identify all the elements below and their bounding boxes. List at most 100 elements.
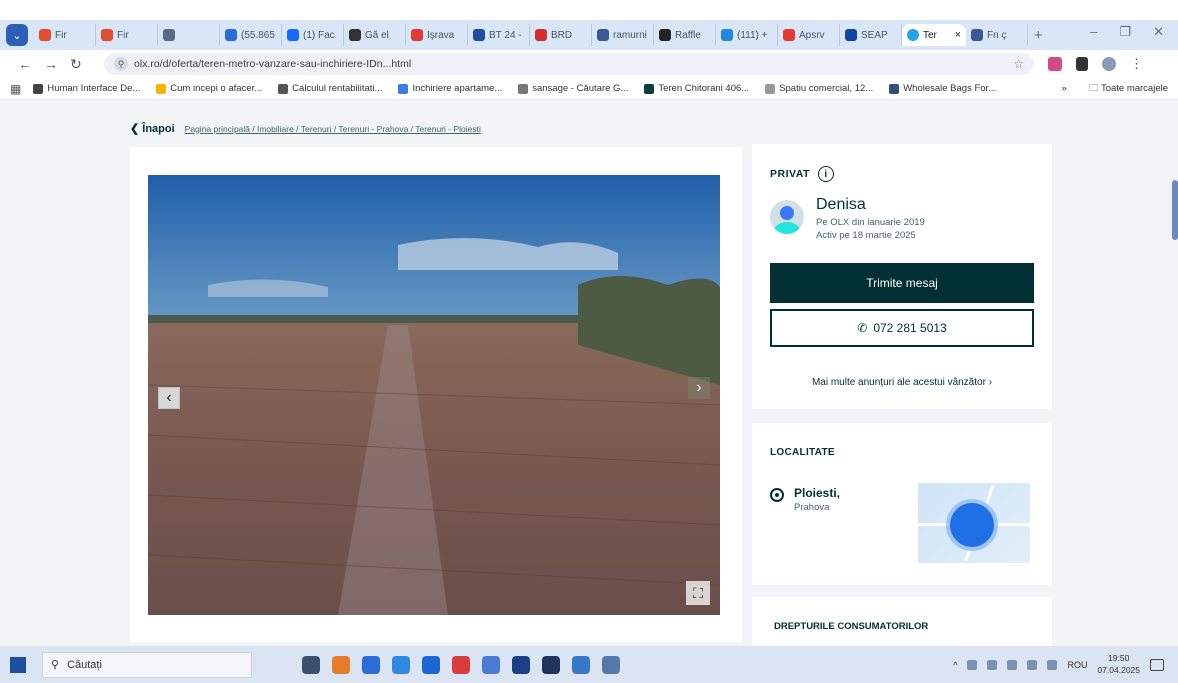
- tray-chevron-icon[interactable]: ^: [953, 660, 957, 670]
- tab[interactable]: SEAP: [840, 24, 902, 46]
- maximize-icon[interactable]: ❐: [1119, 24, 1131, 40]
- notification-icon[interactable]: [1150, 658, 1164, 671]
- volume-icon[interactable]: [1047, 659, 1058, 670]
- taskbar-app-icon[interactable]: [392, 655, 410, 674]
- seller-profile[interactable]: Denisa Pe OLX din ianuarie 2019 Activ pe…: [770, 196, 1034, 243]
- profile-avatar-icon[interactable]: [1102, 57, 1116, 71]
- all-bookmarks-folder[interactable]: 🗀 Toate marcajele: [1089, 81, 1168, 97]
- more-ads-label: Mai multe anunțuri ale acestui vânzător: [811, 376, 986, 388]
- tab-search-icon[interactable]: ⌄: [6, 24, 28, 46]
- bookmark-item[interactable]: Human Interface De...: [33, 83, 140, 94]
- back-link[interactable]: ❮ Înapoi: [130, 122, 175, 135]
- tray-icon[interactable]: [967, 659, 978, 670]
- apps-grid-icon[interactable]: ▦: [10, 82, 21, 96]
- clock-time: 19:50: [1108, 653, 1130, 664]
- bookmark-favicon: [765, 83, 776, 94]
- taskbar-app-icon[interactable]: [302, 655, 320, 674]
- tab-label: Fn ç: [987, 29, 1007, 41]
- taskbar-app-icon[interactable]: [482, 655, 500, 674]
- location-card: LOCALITATE Ploiesti, Prahova: [752, 423, 1052, 585]
- tab-favicon: [39, 29, 51, 41]
- taskbar-app-icon[interactable]: [452, 655, 470, 674]
- fullscreen-icon[interactable]: ⛶: [686, 581, 710, 605]
- bookmark-item[interactable]: Teren Chitorani 406...: [644, 83, 749, 94]
- tab-close-icon[interactable]: ×: [955, 29, 961, 41]
- tab-favicon: [783, 29, 795, 41]
- tab-favicon: [101, 29, 113, 41]
- browser-menu-icon[interactable]: ⋮: [1130, 56, 1143, 72]
- more-ads-link[interactable]: Mai multe anunțuri ale acestui vânzător …: [770, 377, 1034, 388]
- bookmark-favicon: [518, 83, 529, 94]
- tab[interactable]: Apsrv: [778, 24, 840, 46]
- extension-icon[interactable]: [1048, 57, 1062, 71]
- tab-extra[interactable]: Fn ç: [966, 24, 1028, 46]
- bookmark-item[interactable]: Wholesale Bags For...: [889, 83, 996, 94]
- tab[interactable]: BT 24 -: [468, 24, 530, 46]
- tab[interactable]: (55.865: [220, 24, 282, 46]
- bookmark-item[interactable]: Calculul rentabilitati...: [278, 83, 382, 94]
- url-input[interactable]: ⚲ olx.ro/d/oferta/teren-metro-vanzare-sa…: [104, 53, 1034, 75]
- screen: ⌄ Fir Fir (55.865 (1) Fac Gă el Işrava BT 24 -…: [0, 0, 1178, 683]
- bookmark-item[interactable]: Spatiu comercial, 12...: [765, 83, 873, 94]
- start-button[interactable]: [10, 656, 26, 673]
- consumer-rights-title: DREPTURILE CONSUMATORILOR: [774, 621, 929, 632]
- seller-type-label: PRIVAT: [770, 168, 810, 180]
- tray-icon[interactable]: [987, 659, 998, 670]
- taskbar-app-icon[interactable]: [602, 655, 620, 674]
- breadcrumb-links[interactable]: Pagina principală / Imobiliare / Terenur…: [185, 124, 481, 134]
- taskbar-app-icon[interactable]: [362, 655, 380, 674]
- tab[interactable]: Raffle: [654, 24, 716, 46]
- next-photo-button[interactable]: ›: [688, 377, 710, 399]
- clock[interactable]: 19:50 07.04.2025: [1097, 653, 1140, 675]
- bookmark-item[interactable]: Cum incepi o afacer...: [156, 83, 262, 94]
- reload-icon[interactable]: ↻: [70, 56, 96, 73]
- bookmark-item[interactable]: sansage - Căutare G...: [518, 83, 628, 94]
- tab[interactable]: ramurni: [592, 24, 654, 46]
- taskbar-app-icon[interactable]: [422, 655, 440, 674]
- taskbar-app-icon[interactable]: [512, 655, 530, 674]
- location-map[interactable]: [918, 483, 1030, 563]
- site-info-icon[interactable]: ⚲: [114, 57, 128, 71]
- tray-icon[interactable]: [1007, 659, 1018, 670]
- back-label: Înapoi: [142, 123, 175, 135]
- minimize-icon[interactable]: –: [1090, 24, 1097, 40]
- taskbar-search[interactable]: ⚲ Căutați: [42, 651, 252, 678]
- info-icon[interactable]: i: [817, 166, 834, 182]
- tab-favicon: [163, 29, 175, 41]
- tab-label: Apsrv: [799, 29, 825, 41]
- tab[interactable]: (111) +: [716, 24, 778, 46]
- tab-active[interactable]: Ter ×: [902, 24, 966, 46]
- phone-button[interactable]: ✆ 072 281 5013: [770, 308, 1034, 347]
- taskbar-app-icon[interactable]: [572, 655, 590, 674]
- forward-arrow-icon[interactable]: →: [44, 56, 70, 72]
- taskbar-app-icon[interactable]: [332, 655, 350, 674]
- tab[interactable]: Işrava: [406, 24, 468, 46]
- previous-photo-button[interactable]: ‹: [158, 387, 180, 409]
- close-window-icon[interactable]: ✕: [1153, 24, 1164, 40]
- listing-photo: ‹ › ⛶: [148, 175, 720, 615]
- tab[interactable]: Gă el: [344, 24, 406, 46]
- gallery-card: ‹ › ⛶: [130, 147, 742, 642]
- tab[interactable]: Fir: [96, 24, 158, 46]
- extensions-puzzle-icon[interactable]: [1076, 57, 1088, 71]
- bookmark-item[interactable]: Inchiriere apartame...: [398, 83, 502, 94]
- tab-label: Raffle: [675, 29, 701, 41]
- bookmark-label: Inchiriere apartame...: [412, 83, 503, 94]
- page-scrollbar[interactable]: [1172, 180, 1178, 240]
- bookmark-star-icon[interactable]: ☆: [1013, 57, 1024, 71]
- send-message-button[interactable]: Trimite mesaj: [770, 262, 1034, 303]
- bookmarks-overflow-button[interactable]: »: [1062, 83, 1067, 94]
- network-icon[interactable]: [1027, 659, 1038, 670]
- tab[interactable]: [158, 24, 220, 46]
- field-photo-image: [148, 175, 720, 615]
- taskbar-app-icon[interactable]: [542, 655, 560, 674]
- language-indicator[interactable]: ROU: [1067, 660, 1087, 670]
- bookmark-favicon: [156, 83, 167, 94]
- tab[interactable]: (1) Fac: [282, 24, 344, 46]
- bookmarks-bar: ▦ Human Interface De... Cum incepi o afac…: [0, 78, 1178, 100]
- back-arrow-icon[interactable]: ←: [18, 56, 44, 72]
- new-tab-button[interactable]: +: [1034, 27, 1043, 44]
- tab-favicon: [721, 29, 733, 41]
- tab[interactable]: BRD: [530, 24, 592, 46]
- tab[interactable]: Fir: [34, 24, 96, 46]
